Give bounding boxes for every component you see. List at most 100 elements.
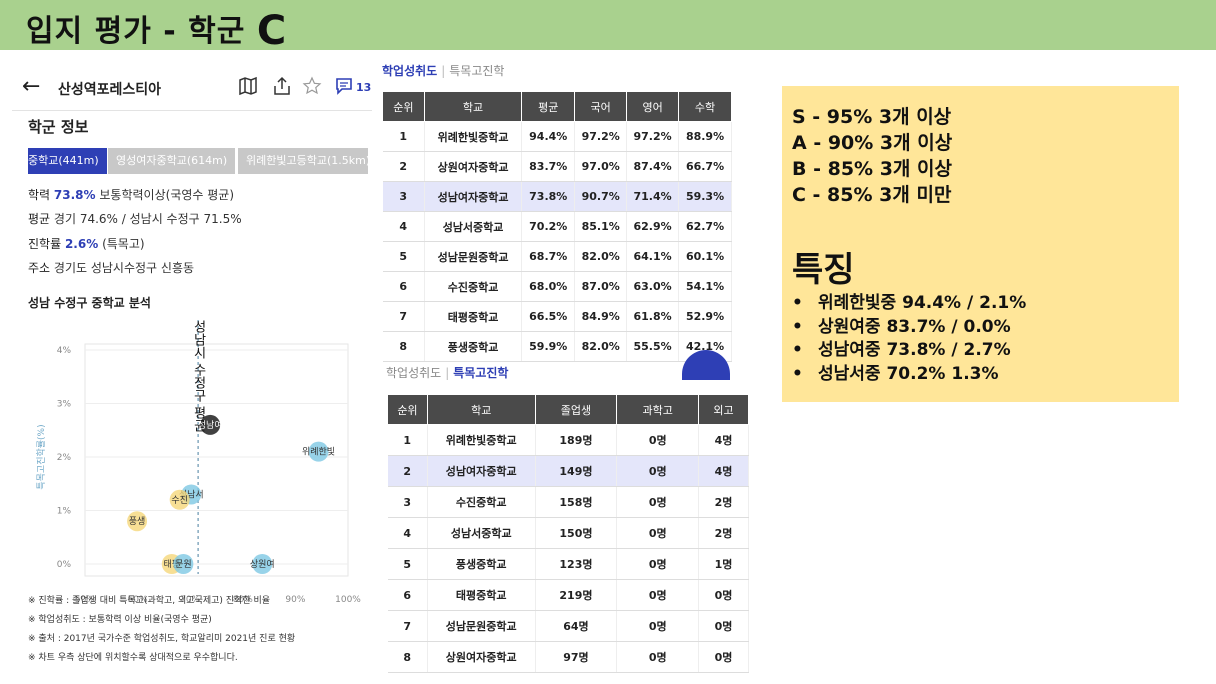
table-cell: 90.7% [574,181,628,212]
table-cell: 59.9% [521,331,576,362]
slide-title: 입지 평가 - 학군 C [26,8,288,54]
table-header: 순위 [387,394,428,425]
table-row: 5 풍생중학교 123명 0명 1명 [387,548,749,580]
table-row: 6 수진중학교 68.0% 87.0% 63.0% 54.1% [382,271,732,302]
y-tick-label: 1% [57,507,72,517]
table-cell: 4 [387,517,428,549]
table-cell: 66.5% [521,301,576,332]
plot-frame [84,343,349,577]
feature-item: 성남서중 70.2% 1.3% [792,363,1026,387]
table-cell: 성남서중학교 [424,211,523,242]
table-header: 국어 [574,91,628,122]
school-tabs: 중학교(441m) 영성여자중학교(614m) 위례한빛고등학교(1.5km) [28,148,368,174]
y-tick-label: 4% [57,346,72,356]
chart-notes: ※ 진학률 : 졸업생 대비 특목고(과학고, 외고국제고) 진학한 비율 ※ … [28,592,295,668]
table-cell: 63.0% [626,271,680,302]
y-tick-label: 3% [57,400,72,410]
table-cell: 87.4% [626,151,680,182]
note-1: ※ 진학률 : 졸업생 대비 특목고(과학고, 외고국제고) 진학한 비율 [28,596,271,606]
table-cell: 189명 [535,424,618,456]
table-row: 8 상원여자중학교 97명 0명 0명 [387,641,749,673]
table-cell: 64명 [535,610,618,642]
slide-grade: C [256,8,288,54]
grade-c: C - 85% 3개 미만 [792,184,952,206]
table-cell: 4명 [698,455,749,487]
table-cell: 62.9% [626,211,680,242]
table-row: 1 위례한빛중학교 94.4% 97.2% 97.2% 88.9% [382,121,732,152]
table-cell: 1명 [698,548,749,580]
y-tick-label: 0% [57,560,72,570]
table-cell: 150명 [535,517,618,549]
table-cell: 2명 [698,486,749,518]
table-row: 4 성남서중학교 70.2% 85.1% 62.9% 62.7% [382,211,732,242]
table-header: 학교 [426,394,536,425]
tab-school-1[interactable]: 중학교(441m) [28,148,107,174]
back-arrow-icon[interactable]: ← [22,74,40,99]
table-row: 1 위례한빛중학교 189명 0명 4명 [387,424,749,456]
star-icon[interactable] [302,76,322,101]
table-cell: 158명 [535,486,618,518]
table-cell: 62.7% [678,211,732,242]
table-header: 영어 [626,91,680,122]
complex-name: 산성역포레스티아 [58,82,162,98]
average-row: 평균 경기 74.6% / 성남시 수정구 71.5% [28,212,242,226]
table-cell: 73.8% [521,181,576,212]
table-cell: 2 [387,455,428,487]
criteria-box: S - 95% 3개 이상 A - 90% 3개 이상 B - 85% 3개 이… [782,86,1179,402]
table-cell: 6 [382,271,425,302]
table-cell: 1 [387,424,428,456]
table-cell: 61.8% [626,301,680,332]
table-cell: 7 [387,610,428,642]
table-cell: 성남문원중학교 [424,241,523,272]
tab-school-3[interactable]: 위례한빛고등학교(1.5km) [238,148,368,174]
table-row: 2 성남여자중학교 149명 0명 4명 [387,455,749,487]
table-header: 수학 [678,91,732,122]
table-cell: 6 [387,579,428,611]
table-cell: 83.7% [521,151,576,182]
table-cell: 풍생중학교 [424,331,523,362]
table-cell: 0명 [698,610,749,642]
academic-row: 학력 73.8% 보통학력이상(국영수 평균) [28,188,235,202]
table-cell: 85.1% [574,211,628,242]
table2-tabs: 학업성취도 | 특목고진학 [386,366,509,380]
table-cell: 8 [382,331,425,362]
map-icon[interactable] [238,76,258,101]
table-cell: 위례한빛중학교 [427,424,536,456]
table-cell: 성남문원중학교 [427,610,536,642]
tab-school-2[interactable]: 영성여자중학교(614m) [108,148,236,174]
table-row: 8 풍생중학교 59.9% 82.0% 55.5% 42.1% [382,331,732,362]
table-cell: 5 [387,548,428,580]
note-2: ※ 학업성취도 : 보통학력 이상 비율(국영수 평균) [28,615,212,625]
tab-achievement[interactable]: 학업성취도 [382,64,437,78]
table-cell: 82.0% [574,331,628,362]
advancement-row: 진학률 2.6% (특목고) [28,237,145,251]
point-label: 문원 [175,559,192,570]
table-cell: 66.7% [678,151,732,182]
tab-special-school[interactable]: 특목고진학 [449,64,504,78]
table-cell: 4명 [698,424,749,456]
share-icon[interactable] [272,76,292,101]
table-header: 평균 [521,91,576,122]
y-axis-label: 특목고진학률(%) [36,424,47,489]
y-tick-label: 2% [57,453,72,463]
comment-icon[interactable] [334,76,354,101]
table-cell: 성남서중학교 [427,517,536,549]
table-cell: 0명 [698,579,749,611]
tab-special-school-2[interactable]: 특목고진학 [453,366,508,380]
achievement-table: 순위 학교 평균 국어 영어 수학 1 위례한빛중학교 94.4% 97.2% 97.2% 88.9%… [382,91,732,362]
table-cell: 0명 [616,455,700,487]
table-cell: 2명 [698,517,749,549]
point-label: 상원여 [250,558,275,570]
table-cell: 54.1% [678,271,732,302]
table-cell: 3 [387,486,428,518]
table-cell: 상원여자중학교 [424,151,523,182]
table-cell: 풍생중학교 [427,548,536,580]
x-tick-label: 100% [335,595,361,605]
point-label: 수진 [171,495,188,506]
table-row: 5 성남문원중학교 68.7% 82.0% 64.1% 60.1% [382,241,732,272]
table-cell: 59.3% [678,181,732,212]
special-school-table: 순위 학교 졸업생 과학고 외고 1 위례한빛중학교 189명 0명 4명 2 성남여자중학교 149명… [387,394,749,673]
tab-achievement-2[interactable]: 학업성취도 [386,366,441,380]
table-cell: 82.0% [574,241,628,272]
table-cell: 1 [382,121,425,152]
